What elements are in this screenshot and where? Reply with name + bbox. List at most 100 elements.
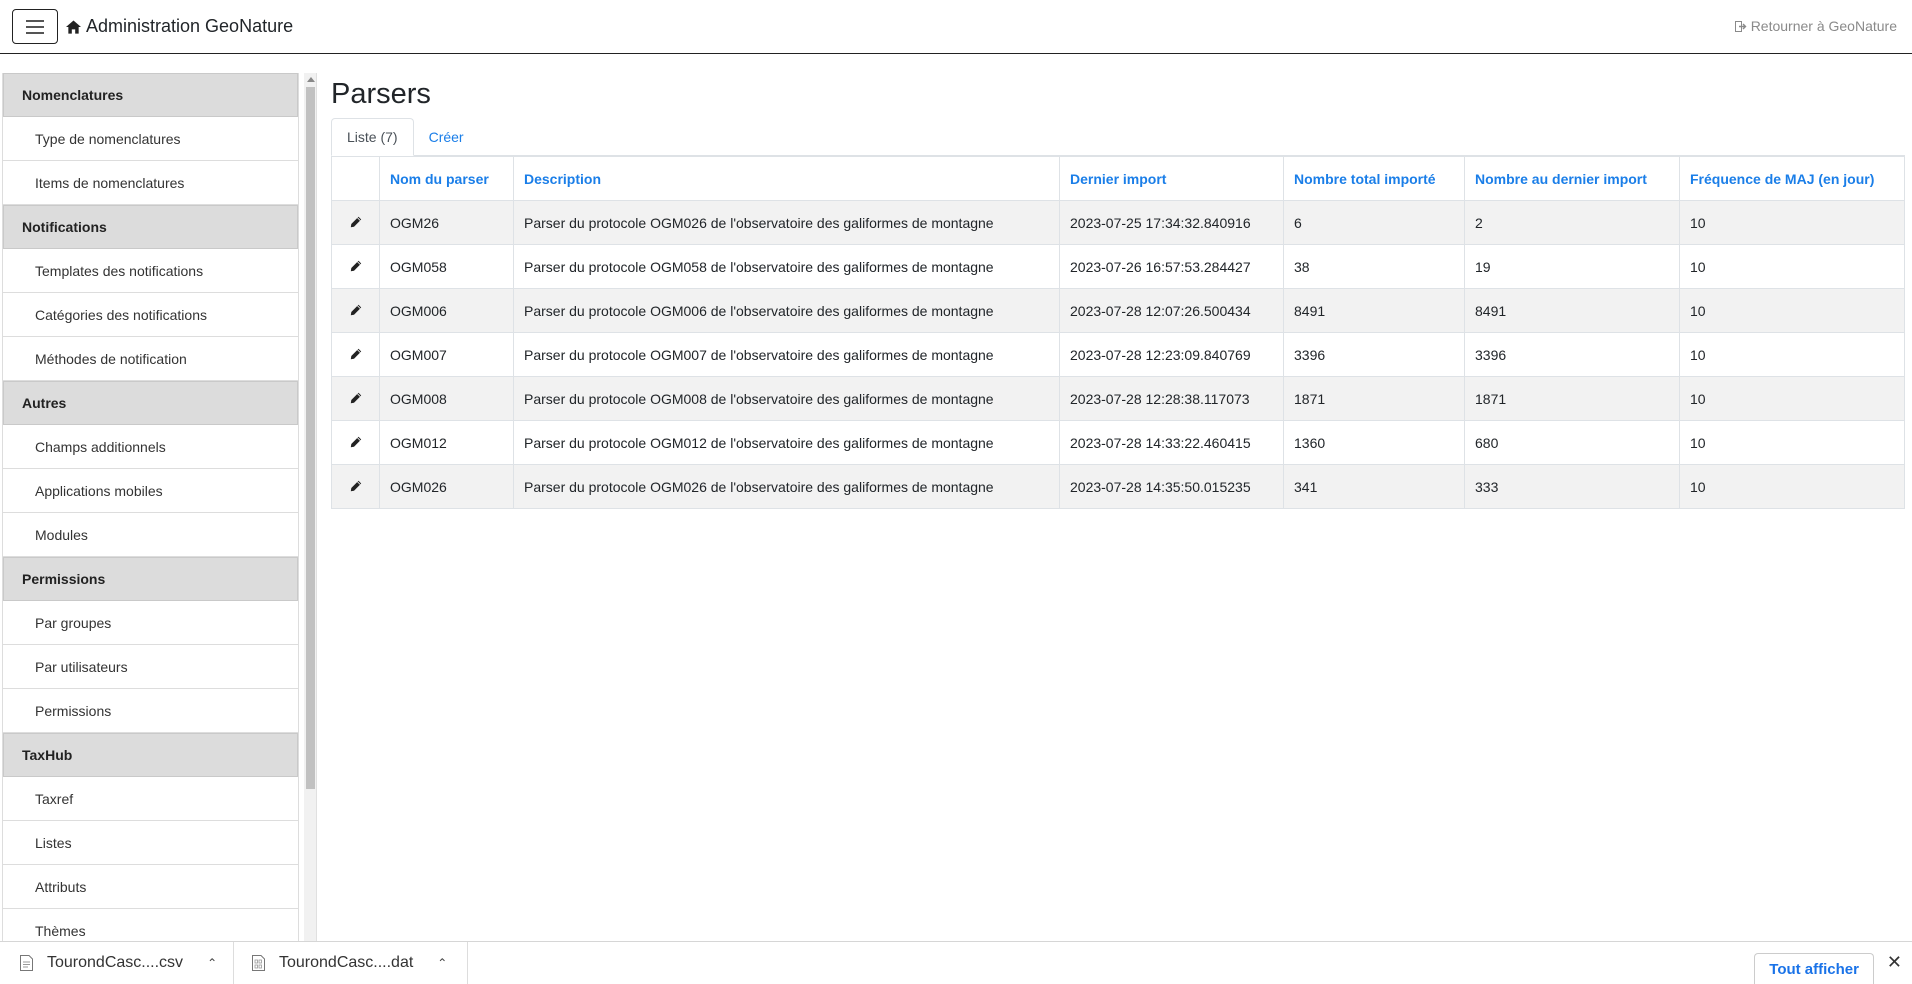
back-label: Retourner à GeoNature [1750, 18, 1897, 34]
scrollbar-thumb[interactable] [306, 87, 315, 789]
cell-name: OGM026 [379, 464, 514, 509]
cell-description: Parser du protocole OGM026 de l'observat… [513, 200, 1060, 245]
cell-total-imported: 1360 [1283, 420, 1465, 465]
sidebar-item-by-groups[interactable]: Par groupes [3, 601, 298, 645]
download-item-csv[interactable]: TourondCasc....csv ⌃ [20, 942, 234, 984]
sidebar-item-lists[interactable]: Listes [3, 821, 298, 865]
sidebar-item-notification-methods[interactable]: Méthodes de notification [3, 337, 298, 381]
column-header-last-import-count[interactable]: Nombre au dernier import [1464, 156, 1680, 201]
parsers-table: Nom du parser Description Dernier import… [331, 156, 1905, 509]
cell-frequency: 10 [1679, 332, 1905, 377]
edit-pencil-icon[interactable] [350, 216, 362, 228]
cell-name: OGM26 [379, 200, 514, 245]
sidebar: Nomenclatures Type de nomenclatures Item… [2, 73, 299, 941]
sidebar-item-items-nomenclatures[interactable]: Items de nomenclatures [3, 161, 298, 205]
show-all-downloads-button[interactable]: Tout afficher [1754, 953, 1874, 984]
edit-pencil-icon[interactable] [350, 348, 362, 360]
chevron-up-icon[interactable]: ⌃ [207, 956, 217, 970]
column-header-description[interactable]: Description [513, 156, 1060, 201]
edit-pencil-icon[interactable] [350, 260, 362, 272]
edit-cell[interactable] [331, 288, 380, 333]
table-row: OGM006 Parser du protocole OGM006 de l'ob… [331, 288, 1905, 333]
cell-total-imported: 6 [1283, 200, 1465, 245]
table-row: OGM058 Parser du protocole OGM058 de l'ob… [331, 244, 1905, 289]
cell-name: OGM006 [379, 288, 514, 333]
column-header-last-import[interactable]: Dernier import [1059, 156, 1284, 201]
home-icon [66, 19, 81, 34]
sidebar-category-taxhub[interactable]: TaxHub [3, 733, 298, 777]
downloads-bar: TourondCasc....csv ⌃ TourondCasc....dat … [0, 941, 1912, 984]
cell-total-imported: 1871 [1283, 376, 1465, 421]
cell-total-imported: 341 [1283, 464, 1465, 509]
cell-description: Parser du protocole OGM026 de l'observat… [513, 464, 1060, 509]
hamburger-line [26, 19, 44, 22]
table-row: OGM008 Parser du protocole OGM008 de l'ob… [331, 376, 1905, 421]
cell-name: OGM007 [379, 332, 514, 377]
sidebar-item-attributes[interactable]: Attributs [3, 865, 298, 909]
edit-pencil-icon[interactable] [350, 480, 362, 492]
cell-frequency: 10 [1679, 200, 1905, 245]
table-row: OGM012 Parser du protocole OGM012 de l'ob… [331, 420, 1905, 465]
cell-total-imported: 3396 [1283, 332, 1465, 377]
edit-cell[interactable] [331, 332, 380, 377]
edit-cell[interactable] [331, 464, 380, 509]
binary-file-icon [252, 955, 265, 971]
sidebar-item-permissions[interactable]: Permissions [3, 689, 298, 733]
menu-toggle-button[interactable] [12, 9, 58, 44]
cell-description: Parser du protocole OGM058 de l'observat… [513, 244, 1060, 289]
sidebar-category-nomenclatures[interactable]: Nomenclatures [3, 73, 298, 117]
back-to-geonature-link[interactable]: Retourner à GeoNature [1734, 18, 1897, 34]
cell-last-import-count: 3396 [1464, 332, 1680, 377]
sidebar-scrollbar[interactable] [304, 73, 317, 941]
sidebar-item-by-users[interactable]: Par utilisateurs [3, 645, 298, 689]
table-row: OGM007 Parser du protocole OGM007 de l'ob… [331, 332, 1905, 377]
column-header-name[interactable]: Nom du parser [379, 156, 514, 201]
cell-description: Parser du protocole OGM007 de l'observat… [513, 332, 1060, 377]
column-header-frequency[interactable]: Fréquence de MAJ (en jour) [1679, 156, 1905, 201]
sidebar-item-mobile-apps[interactable]: Applications mobiles [3, 469, 298, 513]
sidebar-item-themes[interactable]: Thèmes [3, 909, 298, 941]
edit-cell[interactable] [331, 244, 380, 289]
sidebar-item-type-nomenclatures[interactable]: Type de nomenclatures [3, 117, 298, 161]
edit-cell[interactable] [331, 420, 380, 465]
cell-name: OGM058 [379, 244, 514, 289]
actions-column-header [331, 156, 380, 201]
document-icon [20, 955, 33, 971]
sidebar-item-additional-fields[interactable]: Champs additionnels [3, 425, 298, 469]
cell-last-import-count: 2 [1464, 200, 1680, 245]
edit-pencil-icon[interactable] [350, 304, 362, 316]
close-icon[interactable]: ✕ [1887, 952, 1902, 973]
sidebar-item-modules[interactable]: Modules [3, 513, 298, 557]
sidebar-item-taxref[interactable]: Taxref [3, 777, 298, 821]
sidebar-category-autres[interactable]: Autres [3, 381, 298, 425]
cell-frequency: 10 [1679, 244, 1905, 289]
page-title: Parsers [331, 78, 431, 110]
hamburger-line [26, 25, 44, 28]
scroll-up-arrow-icon[interactable] [307, 77, 315, 82]
cell-last-import: 2023-07-25 17:34:32.840916 [1059, 200, 1284, 245]
sidebar-category-notifications[interactable]: Notifications [3, 205, 298, 249]
sidebar-item-notification-categories[interactable]: Catégories des notifications [3, 293, 298, 337]
cell-description: Parser du protocole OGM006 de l'observat… [513, 288, 1060, 333]
download-item-dat[interactable]: TourondCasc....dat ⌃ [252, 942, 468, 984]
main-content: Parsers Liste (7) Créer Nom du parser De… [331, 70, 1905, 509]
brand-link[interactable]: Administration GeoNature [66, 16, 293, 37]
edit-cell[interactable] [331, 200, 380, 245]
edit-pencil-icon[interactable] [350, 392, 362, 404]
tab-create[interactable]: Créer [414, 118, 479, 156]
tab-list[interactable]: Liste (7) [331, 118, 414, 156]
edit-pencil-icon[interactable] [350, 436, 362, 448]
cell-description: Parser du protocole OGM008 de l'observat… [513, 376, 1060, 421]
cell-last-import: 2023-07-28 12:23:09.840769 [1059, 332, 1284, 377]
cell-last-import: 2023-07-28 14:35:50.015235 [1059, 464, 1284, 509]
chevron-up-icon[interactable]: ⌃ [437, 956, 447, 970]
sign-out-icon [1734, 20, 1747, 32]
table-row: OGM026 Parser du protocole OGM026 de l'ob… [331, 464, 1905, 509]
column-header-total-imported[interactable]: Nombre total importé [1283, 156, 1465, 201]
sidebar-item-notification-templates[interactable]: Templates des notifications [3, 249, 298, 293]
sidebar-category-permissions[interactable]: Permissions [3, 557, 298, 601]
download-filename: TourondCasc....dat [279, 954, 414, 971]
edit-cell[interactable] [331, 376, 380, 421]
cell-name: OGM012 [379, 420, 514, 465]
cell-frequency: 10 [1679, 376, 1905, 421]
